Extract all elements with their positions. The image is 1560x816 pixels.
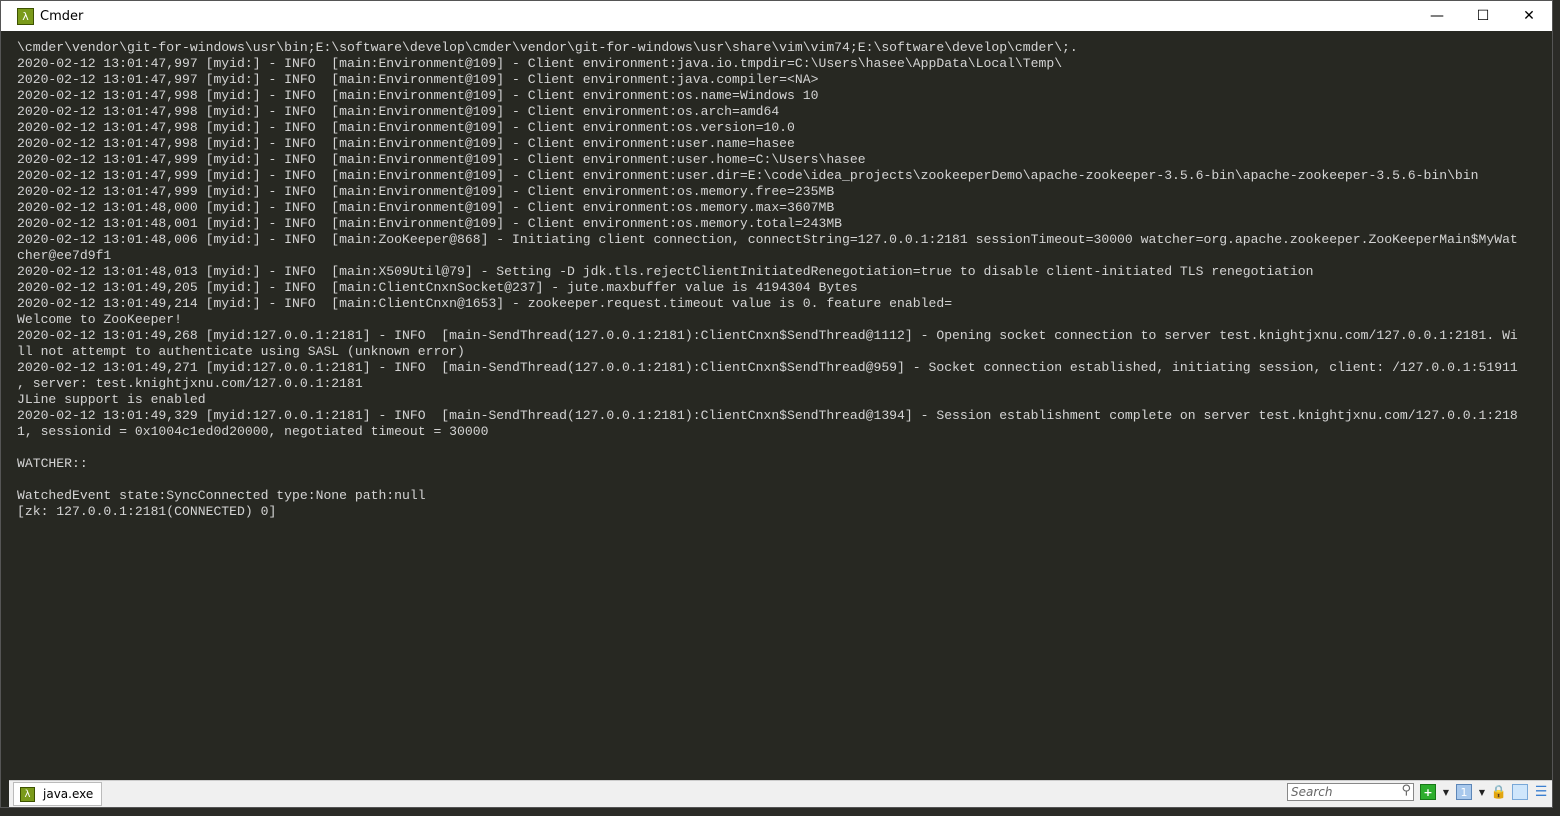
console-line: 2020-02-12 13:01:49,205 [myid:] - INFO […	[17, 280, 858, 295]
maximize-button[interactable]: ☐	[1460, 1, 1506, 31]
console-tab[interactable]: λ java.exe	[13, 782, 103, 806]
console-line: WatchedEvent state:SyncConnected type:No…	[17, 488, 426, 503]
console-line: JLine support is enabled	[17, 392, 206, 407]
console-line: 2020-02-12 13:01:48,001 [myid:] - INFO […	[17, 216, 843, 231]
console-line: 2020-02-12 13:01:47,999 [myid:] - INFO […	[17, 152, 866, 167]
new-console-icon[interactable]: +	[1420, 784, 1436, 800]
console-line: 2020-02-12 13:01:48,013 [myid:] - INFO […	[17, 264, 1314, 279]
console-area[interactable]: \cmder\vendor\git-for-windows\usr\bin;E:…	[9, 31, 1552, 781]
lambda-icon: λ	[17, 7, 34, 25]
menu-icon[interactable]: ☰	[1534, 784, 1548, 800]
console-line: Welcome to ZooKeeper!	[17, 312, 183, 327]
lambda-icon: λ	[20, 786, 35, 802]
close-button[interactable]: ✕	[1506, 1, 1552, 31]
console-line: cher@ee7d9f1	[17, 248, 112, 263]
console-line: 2020-02-12 13:01:48,006 [myid:] - INFO […	[17, 232, 1518, 247]
console-line: [zk: 127.0.0.1:2181(CONNECTED) 0]	[17, 504, 277, 519]
console-number-icon[interactable]: 1	[1456, 784, 1472, 800]
console-line: WATCHER::	[17, 456, 88, 471]
console-line: 2020-02-12 13:01:47,998 [myid:] - INFO […	[17, 104, 780, 119]
window-title: Cmder	[40, 8, 84, 24]
console-line: 2020-02-12 13:01:47,999 [myid:] - INFO […	[17, 184, 835, 199]
console-line: ​	[17, 440, 1518, 456]
search-icon[interactable]: ⚲	[1401, 783, 1411, 799]
console-line: 2020-02-12 13:01:47,998 [myid:] - INFO […	[17, 88, 819, 103]
console-line: 2020-02-12 13:01:47,998 [myid:] - INFO […	[17, 120, 795, 135]
console-line: 2020-02-12 13:01:48,000 [myid:] - INFO […	[17, 200, 835, 215]
console-line: 2020-02-12 13:01:49,329 [myid:127.0.0.1:…	[17, 408, 1518, 423]
split-view-icon[interactable]	[1512, 784, 1528, 800]
chevron-down-icon[interactable]: ▼	[1442, 785, 1450, 799]
console-line: 2020-02-12 13:01:47,998 [myid:] - INFO […	[17, 136, 795, 151]
chevron-down-icon[interactable]: ▼	[1478, 785, 1486, 799]
console-line: ll not attempt to authenticate using SAS…	[17, 344, 465, 359]
search-placeholder: Search	[1291, 785, 1333, 799]
search-input[interactable]: Search ⚲	[1287, 783, 1414, 801]
console-line: 2020-02-12 13:01:49,271 [myid:127.0.0.1:…	[17, 360, 1518, 375]
console-line: 2020-02-12 13:01:49,268 [myid:127.0.0.1:…	[17, 328, 1518, 343]
console-output: \cmder\vendor\git-for-windows\usr\bin;E:…	[17, 40, 1518, 520]
console-line: 2020-02-12 13:01:49,214 [myid:] - INFO […	[17, 296, 953, 311]
console-line: 2020-02-12 13:01:47,999 [myid:] - INFO […	[17, 168, 1479, 183]
minimize-button[interactable]: —	[1414, 1, 1460, 31]
cmder-window: λ Cmder — ☐ ✕ \cmder\vendor\git-for-wind…	[0, 0, 1553, 808]
title-bar[interactable]: λ Cmder — ☐ ✕	[1, 1, 1552, 31]
console-line: 1, sessionid = 0x1004c1ed0d20000, negoti…	[17, 424, 489, 439]
lock-icon[interactable]: 🔒	[1491, 785, 1507, 800]
console-line: 2020-02-12 13:01:47,997 [myid:] - INFO […	[17, 72, 819, 87]
console-line: 2020-02-12 13:01:47,997 [myid:] - INFO […	[17, 56, 1063, 71]
tab-label: java.exe	[43, 787, 94, 801]
console-line: \cmder\vendor\git-for-windows\usr\bin;E:…	[17, 40, 1078, 55]
console-line: , server: test.knightjxnu.com/127.0.0.1:…	[17, 376, 363, 391]
status-bar: λ java.exe Search ⚲ + ▼ 1 ▼ 🔒 ☰	[9, 780, 1552, 807]
console-line: ​	[17, 472, 1518, 488]
